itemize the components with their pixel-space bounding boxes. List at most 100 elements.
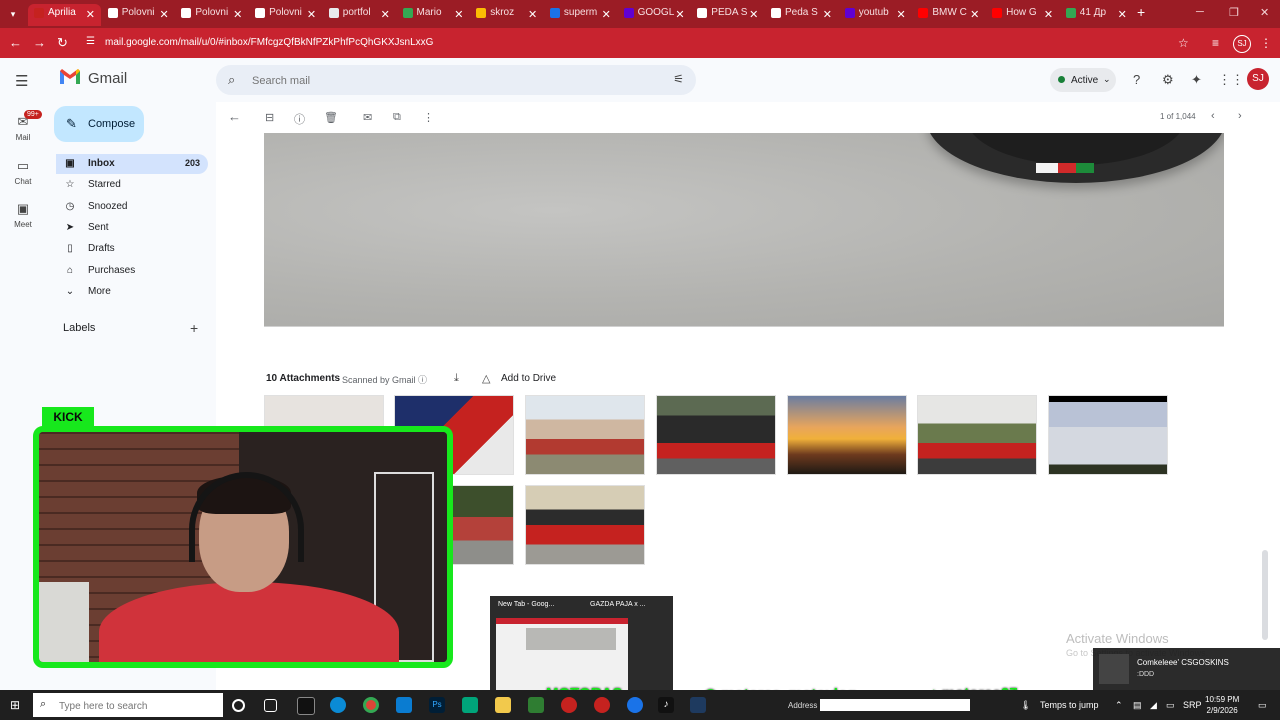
file-explorer-icon[interactable] xyxy=(495,697,511,713)
app-icon[interactable] xyxy=(462,697,478,713)
close-tab-icon[interactable]: ✕ xyxy=(381,8,390,21)
browser-tab[interactable]: Mario ✕ xyxy=(397,4,470,26)
nav-item-snoozed[interactable]: ◷ Snoozed xyxy=(56,197,208,217)
vscode-icon[interactable] xyxy=(396,697,412,713)
browser-tab[interactable]: superm ✕ xyxy=(544,4,617,26)
close-tab-icon[interactable]: ✕ xyxy=(528,8,537,21)
back-icon[interactable]: ← xyxy=(9,35,22,50)
drive-icon[interactable]: △ xyxy=(482,372,490,385)
close-tab-icon[interactable]: ✕ xyxy=(749,8,758,21)
rail-meet[interactable]: ▣ Meet xyxy=(0,201,46,229)
taskbar-search-input[interactable] xyxy=(57,697,181,715)
chrome-icon[interactable] xyxy=(363,697,379,713)
app-icon[interactable] xyxy=(297,697,315,715)
close-tab-icon[interactable]: ✕ xyxy=(602,8,611,21)
help-icon[interactable]: ? xyxy=(1133,72,1140,87)
address-toolbar-input[interactable] xyxy=(820,699,970,711)
browser-tab[interactable]: GOOGL ✕ xyxy=(618,4,691,26)
nav-item-inbox[interactable]: ▣ Inbox 203 xyxy=(56,154,208,174)
download-all-icon[interactable]: ⤓ xyxy=(454,372,459,385)
close-tab-icon[interactable]: ✕ xyxy=(1118,8,1127,21)
browser-tab[interactable]: Aprilia ✕ xyxy=(28,4,101,26)
close-tab-icon[interactable]: ✕ xyxy=(233,8,242,21)
photoshop-icon[interactable]: Ps xyxy=(429,697,445,713)
apps-grid-icon[interactable]: ⋮⋮ xyxy=(1218,72,1244,88)
app-icon[interactable] xyxy=(627,697,643,713)
main-menu-icon[interactable]: ☰ xyxy=(15,72,28,90)
system-clock[interactable]: 10:59 PM 2/9/2026 xyxy=(1205,694,1239,716)
close-tab-icon[interactable]: ✕ xyxy=(159,8,168,21)
app-icon[interactable] xyxy=(528,697,544,713)
battery-icon[interactable]: ▭ xyxy=(1166,700,1175,711)
browser-tab[interactable]: 41 Др ✕ xyxy=(1060,4,1133,26)
delete-icon[interactable]: 🗑 xyxy=(324,111,338,124)
gmail-logo-icon[interactable] xyxy=(60,69,80,84)
weather-text[interactable]: Temps to jump xyxy=(1040,700,1099,710)
newer-icon[interactable]: ‹ xyxy=(1211,110,1215,122)
search-input[interactable] xyxy=(250,71,654,91)
tiktok-app-icon[interactable]: ♪ xyxy=(658,697,674,713)
show-hidden-icons-icon[interactable]: ⌃ xyxy=(1115,700,1123,711)
browser-tab[interactable]: PEDA S ✕ xyxy=(691,4,764,26)
windows-start-icon[interactable]: ⊞ xyxy=(10,698,20,712)
volume-icon[interactable]: ◢ xyxy=(1150,700,1157,711)
more-options-icon[interactable]: ⋮ xyxy=(423,111,434,124)
close-tab-icon[interactable]: ✕ xyxy=(1044,8,1053,21)
app-icon[interactable] xyxy=(561,697,577,713)
archive-icon[interactable]: ⊟ xyxy=(265,111,274,124)
status-chip[interactable]: Active ⌄ xyxy=(1050,68,1116,92)
account-avatar[interactable]: SJ xyxy=(1247,68,1269,90)
browser-tab[interactable]: portfol ✕ xyxy=(323,4,396,26)
browser-tab[interactable]: How G ✕ xyxy=(986,4,1059,26)
attachment-thumbnail[interactable] xyxy=(656,395,776,475)
preview-thumbnail[interactable] xyxy=(496,618,628,690)
notifications-icon[interactable]: ▭ xyxy=(1258,700,1267,711)
new-tab-button[interactable]: + xyxy=(1137,4,1145,20)
compose-button[interactable]: ✎ Compose xyxy=(54,106,144,142)
close-tab-icon[interactable]: ✕ xyxy=(970,8,979,21)
browser-tab[interactable]: Polovni ✕ xyxy=(102,4,175,26)
close-tab-icon[interactable]: ✕ xyxy=(823,8,832,21)
task-view-icon[interactable] xyxy=(264,699,277,712)
language-indicator[interactable]: SRP xyxy=(1183,700,1202,710)
nav-item-more[interactable]: ⌄ More xyxy=(56,282,208,302)
cortana-icon[interactable] xyxy=(232,699,245,712)
browser-profile-avatar[interactable]: SJ xyxy=(1233,35,1251,53)
close-tab-icon[interactable]: ✕ xyxy=(86,8,95,21)
close-tab-icon[interactable]: ✕ xyxy=(675,8,684,21)
nav-item-sent[interactable]: ➤ Sent xyxy=(56,218,208,238)
close-tab-icon[interactable]: ✕ xyxy=(454,8,463,21)
browser-menu-icon[interactable]: ⋮ xyxy=(1260,36,1272,50)
add-label-icon[interactable]: + xyxy=(190,320,198,336)
reload-icon[interactable]: ↻ xyxy=(57,35,68,51)
tab-list-button[interactable]: ▾ xyxy=(5,6,21,22)
nav-item-purchases[interactable]: ⌂ Purchases xyxy=(56,261,208,281)
attachment-thumbnail[interactable] xyxy=(525,395,645,475)
site-info-icon[interactable]: ☰ xyxy=(86,36,95,47)
edge-icon[interactable] xyxy=(330,697,346,713)
browser-tab[interactable]: BMW C ✕ xyxy=(912,4,985,26)
attachment-thumbnail[interactable] xyxy=(525,485,645,565)
close-window-icon[interactable]: ✕ xyxy=(1260,6,1269,19)
attachment-thumbnail[interactable] xyxy=(1048,395,1168,475)
browser-tab[interactable]: Peda S ✕ xyxy=(765,4,838,26)
search-icon[interactable]: ⌕ xyxy=(228,72,235,88)
restore-icon[interactable]: ❐ xyxy=(1229,6,1239,19)
browser-tab[interactable]: youtub ✕ xyxy=(839,4,912,26)
nav-item-starred[interactable]: ☆ Starred xyxy=(56,175,208,195)
minimize-icon[interactable]: ─ xyxy=(1196,6,1204,18)
attachment-thumbnail[interactable] xyxy=(917,395,1037,475)
forward-icon[interactable]: → xyxy=(33,35,46,50)
search-options-icon[interactable]: ⚟ xyxy=(673,72,684,86)
close-tab-icon[interactable]: ✕ xyxy=(896,8,905,21)
close-tab-icon[interactable]: ✕ xyxy=(307,8,316,21)
network-icon[interactable]: ▤ xyxy=(1133,700,1142,711)
back-to-inbox-icon[interactable]: ← xyxy=(228,109,241,124)
add-to-drive-link[interactable]: Add to Drive xyxy=(501,373,556,384)
weather-icon[interactable]: 🌡 xyxy=(1020,700,1031,711)
move-to-icon[interactable]: ⧉ xyxy=(393,111,401,124)
browser-tab[interactable]: Polovni ✕ xyxy=(175,4,248,26)
mark-unread-icon[interactable]: ✉ xyxy=(363,111,372,124)
scrollbar[interactable] xyxy=(1262,550,1268,640)
reading-list-icon[interactable]: ≡ xyxy=(1212,36,1219,50)
